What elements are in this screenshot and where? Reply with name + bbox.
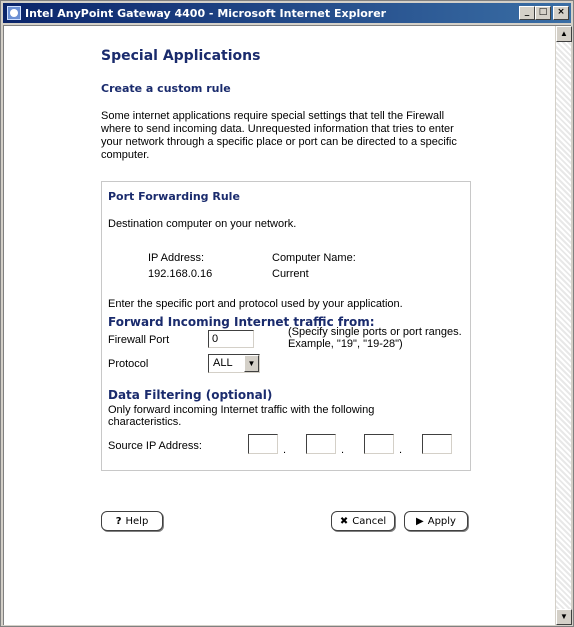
source-ip-octet-3[interactable] <box>364 434 394 454</box>
source-ip-octet-2[interactable] <box>306 434 336 454</box>
scroll-down-icon[interactable]: ▼ <box>556 609 572 625</box>
cancel-button[interactable]: ✖ Cancel <box>331 511 395 531</box>
protocol-selected-value: ALL <box>213 357 233 369</box>
firewall-port-label: Firewall Port <box>108 334 170 346</box>
window-title: Intel AnyPoint Gateway 4400 - Microsoft … <box>25 6 387 20</box>
port-forwarding-rule-panel: Port Forwarding Rule Destination compute… <box>101 181 471 471</box>
data-filtering-heading: Data Filtering (optional) <box>108 388 273 402</box>
chevron-down-icon[interactable]: ▼ <box>244 355 259 372</box>
cancel-button-label: Cancel <box>352 515 387 527</box>
scroll-up-icon[interactable]: ▲ <box>556 26 572 42</box>
ip-separator: . <box>341 444 345 456</box>
ip-address-value: 192.168.0.16 <box>148 268 213 280</box>
page-title: Special Applications <box>101 48 261 64</box>
apply-button-label: Apply <box>427 515 456 527</box>
browser-window: Intel AnyPoint Gateway 4400 - Microsoft … <box>0 0 574 627</box>
source-ip-label: Source IP Address: <box>108 440 202 452</box>
ip-address-label: IP Address: <box>148 252 205 264</box>
browser-content: ▲ ▼ Special Applications Create a custom… <box>3 25 572 625</box>
maximize-button[interactable]: □ <box>535 6 551 20</box>
firewall-port-input[interactable] <box>208 330 254 348</box>
ie-icon <box>7 6 21 20</box>
minimize-button[interactable]: _ <box>519 6 535 20</box>
ip-separator: . <box>399 444 403 456</box>
data-filtering-desc: Only forward incoming Internet traffic w… <box>108 404 375 428</box>
enter-port-text: Enter the specific port and protocol use… <box>108 298 403 310</box>
rule-title: Port Forwarding Rule <box>108 190 240 203</box>
port-hint-text: (Specify single ports or port ranges. Ex… <box>288 326 462 350</box>
source-ip-octet-4[interactable] <box>422 434 452 454</box>
title-bar[interactable]: Intel AnyPoint Gateway 4400 - Microsoft … <box>3 3 571 23</box>
computer-name-label: Computer Name: <box>272 252 356 264</box>
close-icon: ✖ <box>339 515 349 527</box>
intro-text: Some internet applications require speci… <box>101 110 457 161</box>
play-icon: ▶ <box>416 515 424 527</box>
help-button[interactable]: ? Help <box>101 511 163 531</box>
computer-name-value: Current <box>272 268 309 280</box>
ip-separator: . <box>283 444 287 456</box>
question-icon: ? <box>115 515 122 527</box>
destination-desc: Destination computer on your network. <box>108 218 297 230</box>
page-subtitle: Create a custom rule <box>101 82 231 95</box>
close-button[interactable]: × <box>553 6 569 20</box>
apply-button[interactable]: ▶ Apply <box>404 511 468 531</box>
help-button-label: Help <box>125 515 149 527</box>
vertical-scrollbar[interactable]: ▲ ▼ <box>555 26 572 625</box>
protocol-label: Protocol <box>108 358 149 370</box>
protocol-select[interactable]: ALL ▼ <box>208 354 260 373</box>
window-controls: _ □ × <box>519 6 569 20</box>
source-ip-octet-1[interactable] <box>248 434 278 454</box>
